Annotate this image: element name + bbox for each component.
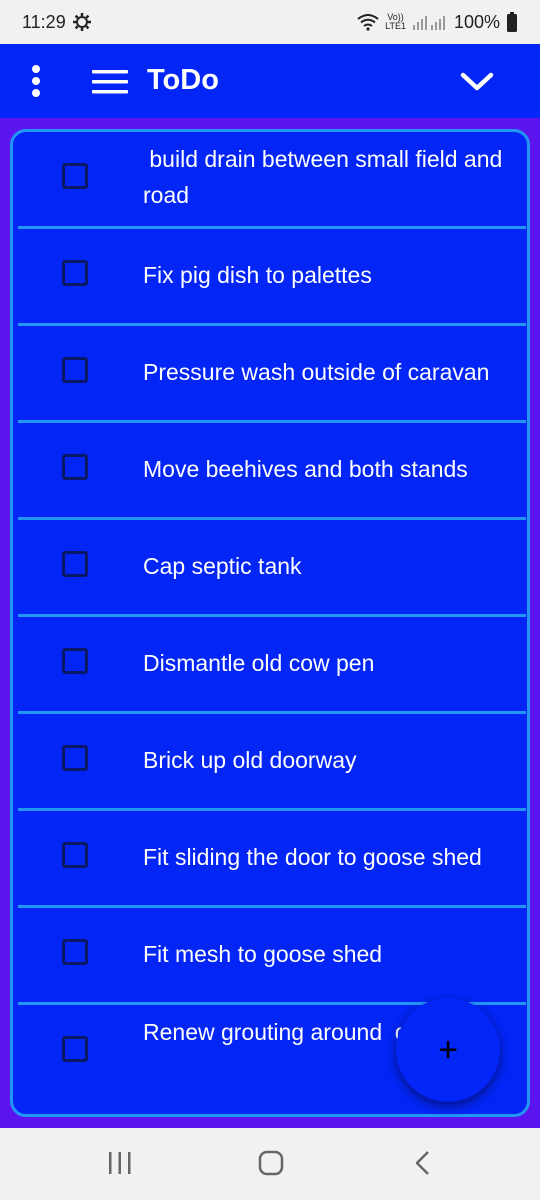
todo-checkbox[interactable] xyxy=(62,842,88,868)
network-type: Vo)) LTE1 xyxy=(385,13,406,31)
chevron-down-icon[interactable] xyxy=(460,68,494,96)
todo-text: build drain between small field and road xyxy=(143,146,509,208)
todo-item[interactable]: Fit sliding the door to goose shed xyxy=(18,811,526,908)
todo-checkbox[interactable] xyxy=(62,1036,88,1062)
todo-checkbox[interactable] xyxy=(62,648,88,674)
todo-item[interactable]: Fix pig dish to palettes xyxy=(18,229,526,326)
todo-item[interactable]: Fit mesh to goose shed xyxy=(18,908,526,1005)
todo-checkbox[interactable] xyxy=(62,260,88,286)
status-time: 11:29 xyxy=(22,11,66,32)
kebab-menu-icon[interactable] xyxy=(22,64,50,98)
back-icon[interactable] xyxy=(414,1150,432,1176)
todo-text: Move beehives and both stands xyxy=(143,456,468,482)
hamburger-icon[interactable] xyxy=(92,68,128,96)
network-bottom: LTE1 xyxy=(385,21,406,31)
app-title: ToDo xyxy=(147,64,219,96)
todo-text: Cap septic tank xyxy=(143,553,302,579)
home-icon[interactable] xyxy=(258,1150,284,1176)
todo-checkbox[interactable] xyxy=(62,357,88,383)
todo-text: Pressure wash outside of caravan xyxy=(143,359,490,385)
todo-item[interactable]: build drain between small field and road xyxy=(18,132,526,229)
add-todo-button[interactable]: + xyxy=(396,998,500,1102)
todo-text: Dismantle old cow pen xyxy=(143,650,375,676)
signal-icon xyxy=(412,16,445,30)
app-bar: ToDo xyxy=(0,44,540,118)
status-left: 11:29 xyxy=(22,12,92,33)
todo-checkbox[interactable] xyxy=(62,551,88,577)
todo-item[interactable]: Pressure wash outside of caravan xyxy=(18,326,526,423)
todo-text: Fix pig dish to palettes xyxy=(143,262,372,288)
todo-text: Fit mesh to goose shed xyxy=(143,941,383,967)
todo-item[interactable]: Brick up old doorway xyxy=(18,714,526,811)
todo-item[interactable]: Move beehives and both stands xyxy=(18,423,526,520)
todo-text: Brick up old doorway xyxy=(143,747,357,773)
todo-item[interactable]: Cap septic tank xyxy=(18,520,526,617)
status-right: Vo)) LTE1 100% xyxy=(357,12,518,33)
todo-checkbox[interactable] xyxy=(62,163,88,189)
todo-text: Fit sliding the door to goose shed xyxy=(143,844,482,870)
todo-checkbox[interactable] xyxy=(62,939,88,965)
status-bar: 11:29 Vo)) LTE1 100% xyxy=(0,0,540,44)
battery-percent: 100% xyxy=(453,11,500,32)
recents-icon[interactable] xyxy=(108,1150,132,1176)
plus-icon: + xyxy=(438,1030,458,1069)
navigation-bar xyxy=(0,1128,540,1200)
gear-icon xyxy=(72,13,91,31)
battery-icon xyxy=(507,12,517,32)
todo-item[interactable]: Dismantle old cow pen xyxy=(18,617,526,714)
wifi-icon xyxy=(357,14,379,31)
todo-checkbox[interactable] xyxy=(62,745,88,771)
todo-list[interactable]: build drain between small field and road… xyxy=(10,129,530,1117)
todo-checkbox[interactable] xyxy=(62,454,88,480)
